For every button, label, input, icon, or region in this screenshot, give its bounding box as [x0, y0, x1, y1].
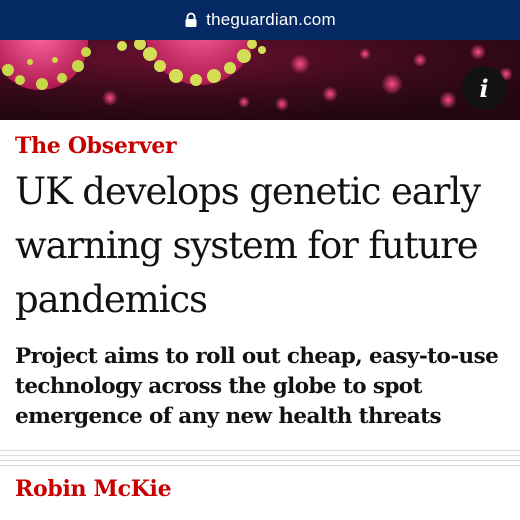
info-icon: i	[479, 73, 489, 103]
lock-icon	[184, 12, 198, 28]
article-standfirst: Project aims to roll out cheap, easy-to-…	[15, 344, 499, 429]
virus-illustration	[0, 40, 520, 120]
divider-lines	[0, 450, 520, 476]
hero-image: i	[0, 40, 520, 120]
section-label[interactable]: The Observer	[15, 133, 177, 159]
article-headline: UK develops genetic early warning system…	[15, 170, 481, 321]
author-byline[interactable]: Robin McKie	[15, 476, 172, 502]
info-button[interactable]: i	[462, 66, 506, 110]
browser-url-bar[interactable]: theguardian.com	[0, 0, 520, 40]
url-text: theguardian.com	[206, 10, 336, 29]
